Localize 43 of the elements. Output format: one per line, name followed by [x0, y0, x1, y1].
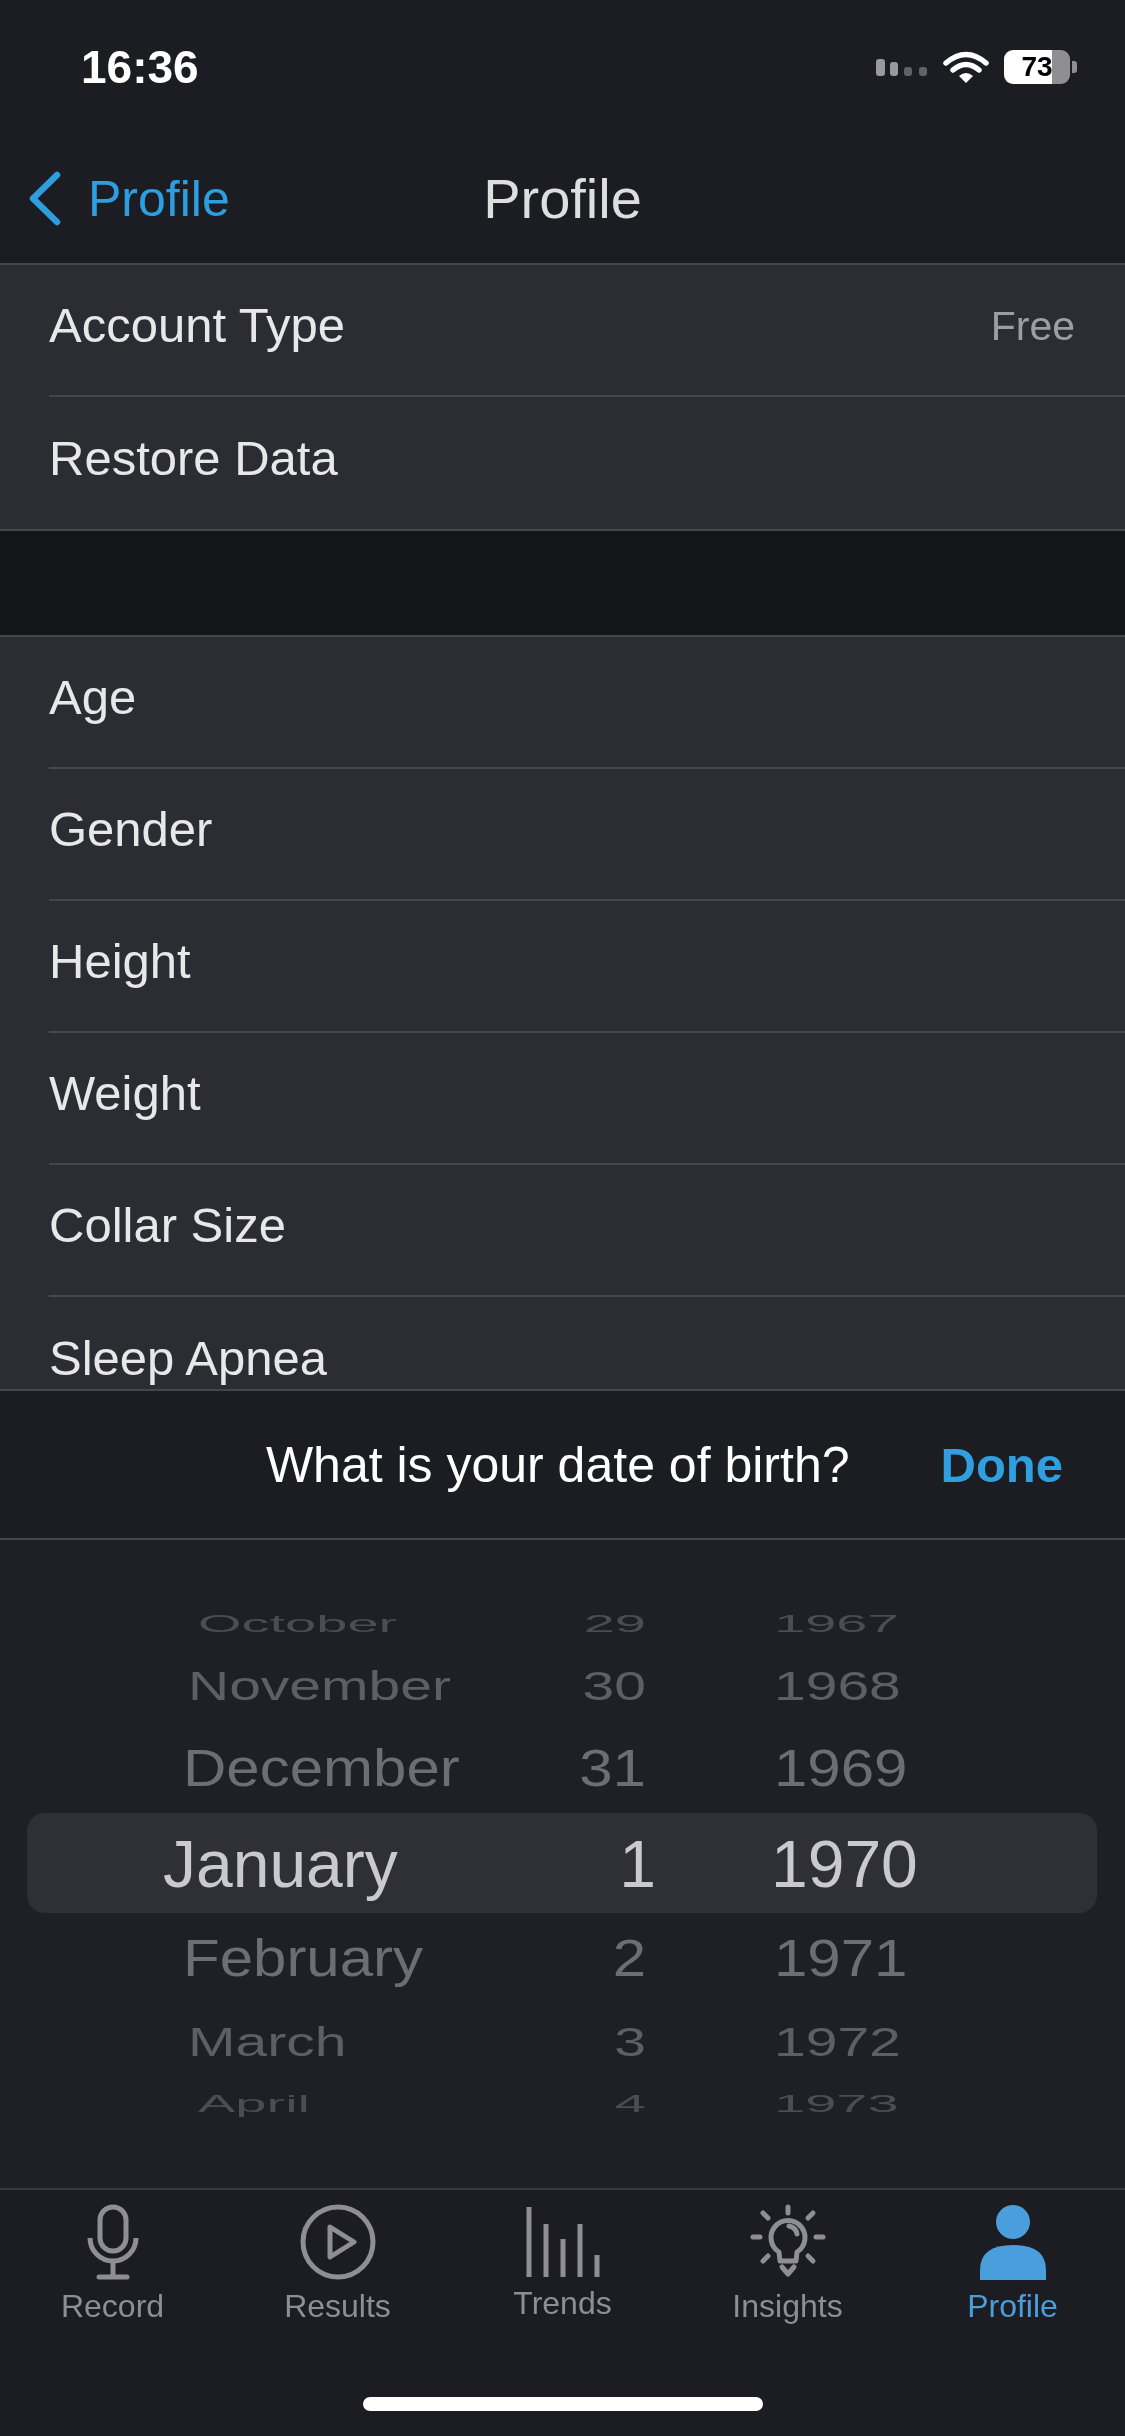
row-label: Restore Data — [49, 432, 338, 486]
lightbulb-icon — [749, 2204, 826, 2280]
nav-title: Profile — [483, 166, 642, 231]
settings-row[interactable]: Weight — [0, 1033, 1125, 1165]
picker-year-option[interactable]: 1970 — [771, 1831, 918, 1897]
row-label: Age — [49, 671, 137, 725]
picker-prompt: What is your date of birth? — [265, 1435, 850, 1494]
status-time: 16:36 — [81, 40, 199, 94]
row-label: Sleep Apnea — [49, 1332, 327, 1386]
signal-bars-icon — [876, 58, 928, 76]
done-button[interactable]: Done — [940, 1436, 1063, 1493]
tab-item[interactable]: Results — [225, 2190, 450, 2322]
picker-year-option[interactable]: 1971 — [774, 1933, 908, 1985]
tab-item[interactable]: Record — [0, 2190, 225, 2322]
picker-day-option[interactable]: 31 — [579, 1743, 646, 1795]
settings-row[interactable]: Age — [0, 637, 1125, 769]
row-label: Collar Size — [49, 1199, 286, 1253]
chevron-left-icon — [28, 171, 61, 226]
settings-row[interactable]: Sleep Apnea — [0, 1297, 1125, 1389]
person-icon — [978, 2204, 1047, 2280]
bar-chart-icon — [524, 2205, 601, 2277]
row-label: Account Type — [49, 299, 345, 353]
settings-row[interactable]: Gender — [0, 769, 1125, 901]
battery-indicator: 73 — [1004, 50, 1077, 84]
wifi-icon — [943, 50, 989, 84]
settings-row[interactable]: Height — [0, 901, 1125, 1033]
tab-item[interactable]: Profile — [900, 2190, 1125, 2322]
picker-month-option[interactable]: December — [183, 1743, 460, 1795]
tab-item[interactable]: Trends — [450, 2190, 675, 2322]
picker-day-option[interactable]: 1 — [619, 1831, 656, 1897]
settings-row[interactable]: Collar Size — [0, 1165, 1125, 1297]
row-value: Free — [990, 302, 1075, 350]
row-label: Height — [49, 935, 191, 989]
picker-month-option[interactable]: February — [183, 1933, 424, 1985]
picker-year-option[interactable]: 1969 — [774, 1743, 908, 1795]
row-label: Weight — [49, 1067, 201, 1121]
settings-row[interactable]: Restore Data — [0, 397, 1125, 529]
settings-row[interactable]: Account Type Free — [0, 265, 1125, 397]
tab-item[interactable]: Insights — [675, 2190, 900, 2322]
picker-day-option[interactable]: 2 — [612, 1933, 646, 1985]
play-circle-icon — [299, 2204, 376, 2280]
row-label: Gender — [49, 803, 213, 857]
back-button[interactable]: Profile — [0, 169, 230, 228]
